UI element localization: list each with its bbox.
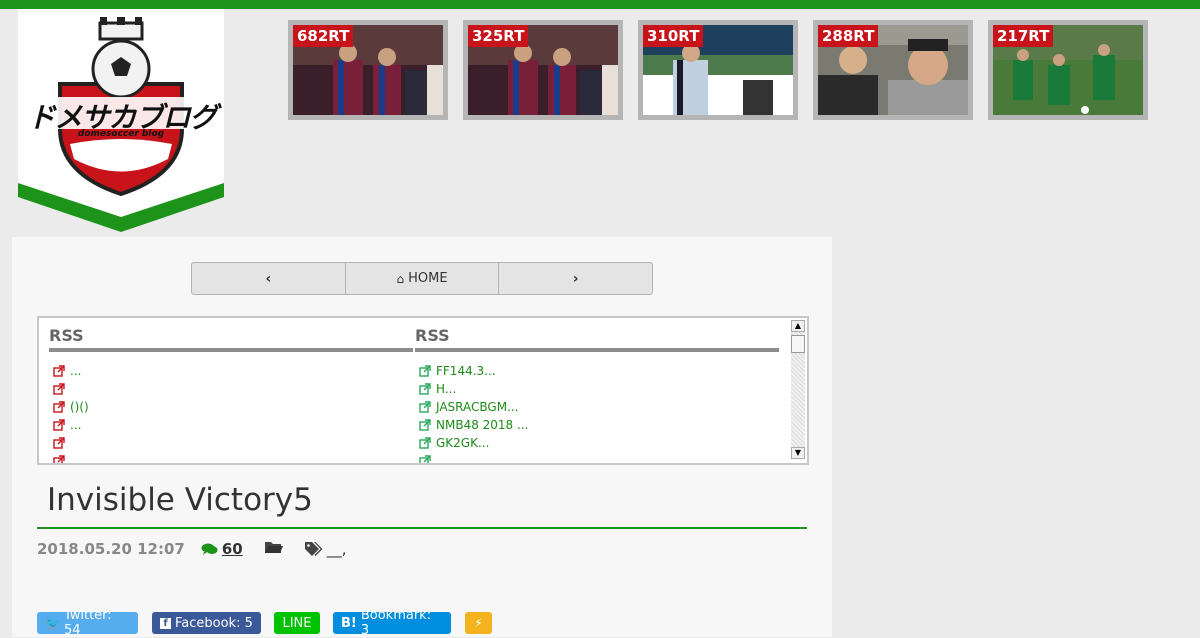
facebook-share-label: Facebook: 5 bbox=[175, 615, 253, 631]
article-panel: ‹ ⌂ HOME › RSS ... ()() ... RSS FF144.3.… bbox=[12, 237, 832, 638]
scroll-up-arrow-icon[interactable]: ▲ bbox=[791, 320, 805, 332]
tags: __, bbox=[304, 540, 347, 558]
top-accent-bar bbox=[0, 0, 1200, 9]
retweet-count: 682RT bbox=[293, 25, 354, 47]
external-link-icon bbox=[53, 419, 65, 431]
rss-item-title: H... bbox=[436, 382, 457, 396]
external-link-icon bbox=[419, 455, 431, 463]
line-share-button[interactable]: LINE bbox=[274, 612, 320, 634]
facebook-share-button[interactable]: f Facebook: 5 bbox=[152, 612, 261, 634]
home-button[interactable]: ⌂ HOME bbox=[346, 263, 500, 294]
hatena-icon: B! bbox=[341, 615, 357, 631]
rss-header: RSS bbox=[49, 326, 413, 352]
rss-item-title: JASRACBGM... bbox=[436, 400, 519, 414]
external-link-icon bbox=[419, 419, 431, 431]
external-link-icon bbox=[53, 437, 65, 449]
twitter-share-button[interactable]: 🐦 Twitter: 54 bbox=[37, 608, 138, 638]
rss-item-title: ... bbox=[70, 364, 82, 378]
prev-button[interactable]: ‹ bbox=[192, 263, 346, 294]
tags-icon bbox=[304, 542, 323, 556]
external-link-icon bbox=[419, 401, 431, 413]
rss-item[interactable]: ... bbox=[53, 362, 413, 380]
hatena-share-label: Bookmark: 3 bbox=[360, 608, 432, 638]
external-link-icon bbox=[419, 365, 431, 377]
thumbnail-card[interactable]: 217RT bbox=[988, 20, 1148, 120]
retweet-count: 325RT bbox=[468, 25, 529, 47]
rss-item[interactable]: ()() bbox=[53, 398, 413, 416]
external-link-icon bbox=[53, 365, 65, 377]
article-title: Invisible Victory5 bbox=[47, 482, 313, 518]
comments-icon bbox=[201, 543, 218, 555]
chevron-left-icon: ‹ bbox=[265, 270, 272, 287]
rss-header: RSS bbox=[415, 326, 779, 352]
rss-item[interactable]: NMB48 2018 ... bbox=[419, 416, 779, 434]
scrollbar-thumb[interactable] bbox=[791, 335, 805, 353]
next-button[interactable]: › bbox=[499, 263, 652, 294]
thumbnail-card[interactable]: 310RT bbox=[638, 20, 798, 120]
retweet-count: 217RT bbox=[993, 25, 1054, 47]
rss-list: ... ()() ... bbox=[53, 362, 413, 463]
home-label: HOME bbox=[408, 271, 448, 286]
post-date: 2018.05.20 12:07 bbox=[37, 540, 185, 558]
twitter-icon: 🐦 bbox=[45, 616, 60, 630]
hatena-bookmark-button[interactable]: B! Bookmark: 3 bbox=[333, 608, 451, 638]
logo-subtitle: domesoccer blog bbox=[77, 129, 165, 139]
pocket-share-button[interactable]: ⚡ bbox=[465, 612, 492, 634]
external-link-icon bbox=[53, 383, 65, 395]
rss-item[interactable]: H... bbox=[419, 380, 779, 398]
rss-column-left: RSS ... ()() ... bbox=[49, 326, 413, 463]
line-share-label: LINE bbox=[282, 615, 312, 631]
rss-column-right: RSS FF144.3... H... JASRACBGM... NMB48 2… bbox=[415, 326, 779, 463]
rss-item-title: ... bbox=[70, 418, 82, 432]
rss-item-title: GK2GK... bbox=[436, 436, 490, 450]
tag-link[interactable]: __, bbox=[327, 540, 347, 558]
rss-item[interactable] bbox=[53, 452, 413, 463]
rss-scrollbar[interactable]: ▲ ▼ bbox=[791, 320, 805, 459]
chevron-right-icon: › bbox=[572, 270, 579, 287]
twitter-share-label: Twitter: 54 bbox=[63, 608, 112, 638]
retweet-count: 310RT bbox=[643, 25, 704, 47]
rss-item[interactable] bbox=[419, 452, 779, 463]
pager-nav: ‹ ⌂ HOME › bbox=[191, 262, 653, 295]
external-link-icon bbox=[53, 401, 65, 413]
thumbnail-card[interactable]: 325RT bbox=[463, 20, 623, 120]
comment-count: 60 bbox=[221, 540, 243, 558]
rss-item[interactable]: FF144.3... bbox=[419, 362, 779, 380]
article-meta: 2018.05.20 12:07 60 __, bbox=[37, 540, 347, 558]
rss-item-title: ()() bbox=[70, 400, 89, 414]
home-icon: ⌂ bbox=[396, 271, 405, 286]
rss-box[interactable]: RSS ... ()() ... RSS FF144.3... H... JAS… bbox=[37, 316, 809, 465]
external-link-icon bbox=[53, 455, 65, 463]
comments-link[interactable]: 60 bbox=[201, 540, 243, 558]
rss-item[interactable] bbox=[53, 380, 413, 398]
retweet-count: 288RT bbox=[818, 25, 879, 47]
site-logo[interactable]: ドメサカブログ domesoccer blog bbox=[18, 9, 224, 234]
rss-item-title: NMB48 2018 ... bbox=[436, 418, 529, 432]
rss-item[interactable]: ... bbox=[53, 416, 413, 434]
thumbnail-card[interactable]: 682RT bbox=[288, 20, 448, 120]
rss-item[interactable]: GK2GK... bbox=[419, 434, 779, 452]
thumbnail-card[interactable]: 288RT bbox=[813, 20, 973, 120]
folder-icon[interactable] bbox=[264, 540, 283, 558]
bolt-icon: ⚡ bbox=[474, 616, 483, 630]
title-divider bbox=[37, 527, 807, 529]
rss-item[interactable]: JASRACBGM... bbox=[419, 398, 779, 416]
rss-list: FF144.3... H... JASRACBGM... NMB48 2018 … bbox=[419, 362, 779, 463]
rss-item-title: FF144.3... bbox=[436, 364, 496, 378]
scroll-down-arrow-icon[interactable]: ▼ bbox=[791, 447, 805, 459]
external-link-icon bbox=[419, 383, 431, 395]
external-link-icon bbox=[419, 437, 431, 449]
facebook-icon: f bbox=[160, 617, 171, 629]
rss-item[interactable] bbox=[53, 434, 413, 452]
